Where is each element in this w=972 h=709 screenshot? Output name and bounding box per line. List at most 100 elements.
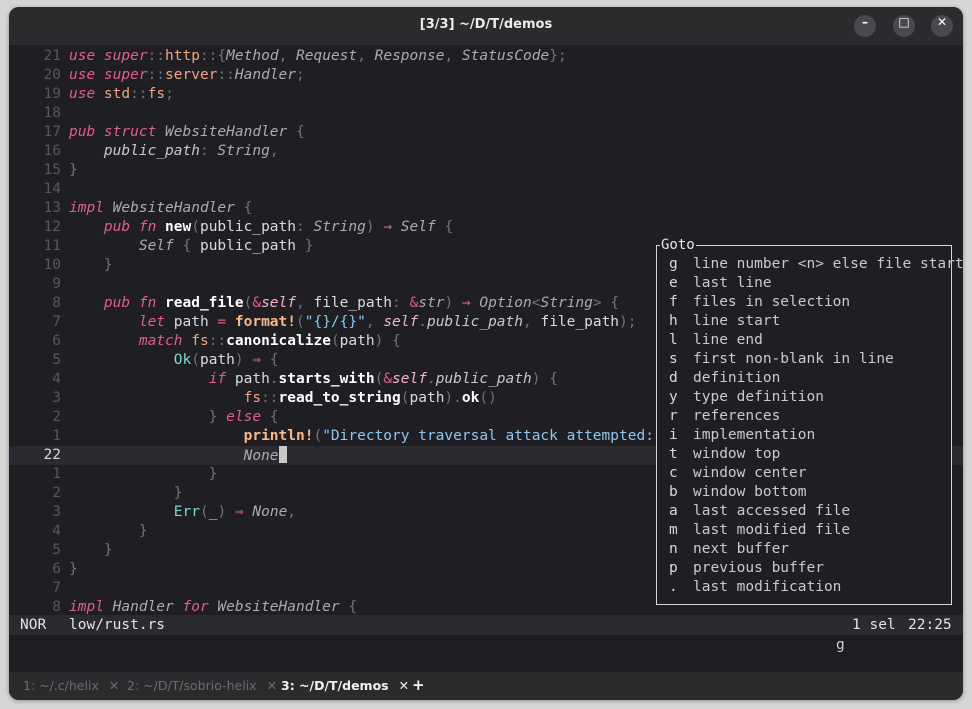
line-code: pub fn read_file(&self, file_path: &str)… <box>69 294 619 313</box>
code-token: & <box>252 295 262 311</box>
code-token: { <box>173 238 200 254</box>
code-token: . <box>418 314 427 330</box>
code-token: impl <box>69 200 113 216</box>
code-token: ( <box>313 428 323 444</box>
goto-item[interactable]: s first non-blank in line <box>669 350 894 369</box>
code-token: ) { <box>374 333 401 349</box>
code-token: ( <box>400 390 410 406</box>
goto-item[interactable]: l line end <box>669 331 763 350</box>
code-token: Self <box>138 238 174 254</box>
code-token: None <box>252 504 288 520</box>
code-token: self <box>383 314 419 330</box>
line-number: 6 <box>52 561 61 577</box>
code-line[interactable]: 20 use super::server::Handler; <box>9 66 963 85</box>
code-token: file_path <box>540 314 620 330</box>
line-code: } <box>69 256 113 275</box>
code-line[interactable]: 16 public_path: String, <box>9 142 963 161</box>
goto-item[interactable]: e last line <box>669 274 772 293</box>
line-number: 13 <box>43 200 61 216</box>
code-line[interactable]: 12 pub fn new(public_path: String) → Sel… <box>9 218 963 237</box>
tab-1-close-icon[interactable]: ✕ <box>109 678 119 693</box>
goto-item[interactable]: h line start <box>669 312 780 331</box>
code-token: "Directory traversal attack attempted: {… <box>322 428 689 444</box>
line-code: println!("Directory traversal attack att… <box>69 427 698 446</box>
code-token: :: <box>130 86 148 102</box>
goto-item[interactable]: n next buffer <box>669 540 789 559</box>
code-token: , <box>287 504 297 520</box>
new-tab-button[interactable]: + <box>412 676 425 694</box>
code-token: Ok <box>173 352 192 368</box>
line-number: 8 <box>52 295 61 311</box>
code-token: read_to_string <box>278 390 401 406</box>
line-number: 19 <box>43 86 61 102</box>
line-code: match fs::canonicalize(path) { <box>69 332 401 351</box>
line-code: let path = format!("{}/{}", self.public_… <box>69 313 637 332</box>
goto-item[interactable]: . last modification <box>669 578 841 597</box>
code-token: ) <box>444 295 462 311</box>
goto-item[interactable]: b window bottom <box>669 483 807 502</box>
tab-1[interactable]: 1: ~/.c/helix ✕ <box>23 678 119 693</box>
goto-item[interactable]: t window top <box>669 445 780 464</box>
tab-2[interactable]: 2: ~/D/T/sobrio-helix ✕ <box>127 678 277 693</box>
code-token: use <box>69 86 104 102</box>
line-code: if path.starts_with(&self.public_path) { <box>69 370 558 389</box>
code-line[interactable]: 13 impl WebsiteHandler { <box>9 199 963 218</box>
line-code: None <box>69 446 287 466</box>
code-line[interactable]: 18 <box>9 104 963 123</box>
code-token: println! <box>243 428 314 444</box>
code-token: : <box>392 295 410 311</box>
code-token: None <box>243 448 279 464</box>
maximize-button[interactable]: □ <box>893 15 915 37</box>
goto-item[interactable]: c window center <box>669 464 807 483</box>
line-number: 4 <box>52 371 61 387</box>
goto-item[interactable]: y type definition <box>669 388 824 407</box>
goto-item[interactable]: g line number <n> else file start <box>669 255 963 274</box>
minimize-button[interactable]: – <box>854 15 876 37</box>
code-line[interactable]: 14 <box>9 180 963 199</box>
tab-3-label: 3: ~/D/T/demos <box>281 678 389 693</box>
goto-item[interactable]: f files in selection <box>669 293 850 312</box>
status-bar: NOR low/rust.rs 1 sel 22:25 <box>9 615 963 635</box>
goto-item-label: type definition <box>693 389 824 405</box>
code-token: & <box>383 371 393 387</box>
code-token: public_path <box>426 314 523 330</box>
code-token: : <box>199 143 218 159</box>
goto-item-key: b <box>669 484 678 500</box>
code-token: ( <box>374 371 384 387</box>
goto-item[interactable]: a last accessed file <box>669 502 850 521</box>
line-number: 7 <box>52 580 61 596</box>
code-token: } <box>69 561 78 577</box>
close-button[interactable]: ✕ <box>931 15 953 37</box>
code-line[interactable]: 19 use std::fs; <box>9 85 963 104</box>
goto-item-label: window bottom <box>693 484 807 500</box>
code-token: ) <box>234 352 253 368</box>
goto-item[interactable]: i implementation <box>669 426 815 445</box>
goto-item-key: y <box>669 389 678 405</box>
code-token: read_file <box>165 295 244 311</box>
code-line[interactable]: 21 use super::http::{Method, Request, Res… <box>9 47 963 66</box>
goto-item[interactable]: d definition <box>669 369 780 388</box>
line-number: 5 <box>52 542 61 558</box>
tab-3[interactable]: 3: ~/D/T/demos ✕ <box>281 678 409 693</box>
code-token: Handler <box>234 67 297 83</box>
code-token: :: <box>208 333 227 349</box>
tab-2-close-icon[interactable]: ✕ <box>267 678 277 693</box>
code-line[interactable]: 17 pub struct WebsiteHandler { <box>9 123 963 142</box>
code-token: Method <box>226 48 279 64</box>
code-line[interactable]: 15} <box>9 161 963 180</box>
title-bar[interactable]: [3/3] ~/D/T/demos – □ ✕ <box>9 7 963 45</box>
code-token: WebsiteHandler <box>217 599 340 615</box>
tab-bar: 1: ~/.c/helix ✕ 2: ~/D/T/sobrio-helix ✕ 3:… <box>9 672 963 700</box>
goto-item-label: first non-blank in line <box>693 351 894 367</box>
goto-item[interactable]: p previous buffer <box>669 559 824 578</box>
goto-item[interactable]: m last modified file <box>669 521 850 540</box>
code-token: : <box>296 219 314 235</box>
code-token: pub fn <box>103 219 166 235</box>
goto-item-key: . <box>669 579 678 595</box>
tab-3-close-icon[interactable]: ✕ <box>399 678 409 693</box>
goto-item-key: h <box>669 313 678 329</box>
code-token: "{}/{}" <box>304 314 366 330</box>
goto-item[interactable]: r references <box>669 407 780 426</box>
